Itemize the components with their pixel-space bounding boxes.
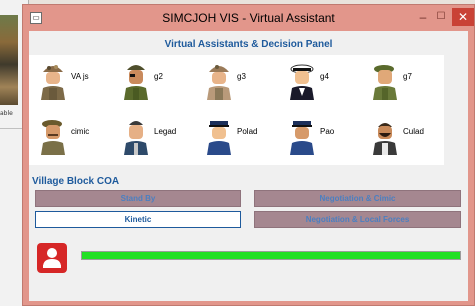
naval-officer-icon <box>290 64 314 100</box>
soldier-camo-cap-icon <box>41 65 65 100</box>
background-divider <box>0 128 24 129</box>
assistants-grid: VA js g2 g3 g4 g7 cimic Legad Polad Pao … <box>29 55 444 165</box>
negotiation-cimic-button[interactable]: Negotiation & Cimic <box>254 190 461 207</box>
window-title: SIMCJOH VIS - Virtual Assistant <box>162 11 335 25</box>
agent-name: g3 <box>237 72 246 81</box>
title-bar[interactable]: ▭ SIMCJOH VIS - Virtual Assistant – ☐ ✕ <box>23 5 474 31</box>
progress-fill <box>82 252 460 259</box>
virtual-assistant-window: ▭ SIMCJOH VIS - Virtual Assistant – ☐ ✕ … <box>22 4 475 306</box>
soldier-beret-icon <box>373 65 397 100</box>
agent-name: Legad <box>154 127 177 136</box>
agent-name: g4 <box>320 72 329 81</box>
agent-name: VA js <box>71 72 89 81</box>
agent-legad[interactable]: Legad <box>112 110 195 165</box>
police-officer-icon <box>290 121 314 155</box>
user-icon[interactable] <box>37 243 67 273</box>
agent-culad[interactable]: Culad <box>361 110 444 165</box>
civilian-beard-icon <box>373 123 397 155</box>
agent-name: Culad <box>403 127 424 136</box>
agent-g4[interactable]: g4 <box>278 55 361 110</box>
agent-g7[interactable]: g7 <box>361 55 444 110</box>
agent-g2[interactable]: g2 <box>112 55 195 110</box>
soldier-camo-cap-icon <box>207 65 231 100</box>
agent-cimic[interactable]: cimic <box>29 110 112 165</box>
stand-by-button[interactable]: Stand By <box>35 190 241 207</box>
coa-title: Village Block COA <box>32 176 120 187</box>
agent-name: cimic <box>71 127 90 136</box>
agent-name: g2 <box>154 72 163 81</box>
minimize-button[interactable]: – <box>416 8 430 26</box>
officer-uniform-icon <box>124 121 148 155</box>
agent-va-js[interactable]: VA js <box>29 55 112 110</box>
agent-name: Pao <box>320 127 335 136</box>
maximize-button[interactable]: ☐ <box>434 8 448 26</box>
panel-title: Virtual Assistants & Decision Panel <box>164 39 333 50</box>
background-thumbnail <box>0 15 18 105</box>
soldier-eyepatch-icon <box>124 65 148 100</box>
soldier-beret-icon <box>41 120 65 155</box>
progress-bar <box>81 251 461 260</box>
negotiation-local-forces-button[interactable]: Negotiation & Local Forces <box>254 211 461 228</box>
kinetic-button[interactable]: Kinetic <box>35 211 241 228</box>
police-officer-icon <box>207 121 231 155</box>
agent-g3[interactable]: g3 <box>195 55 278 110</box>
background-caption: able <box>0 110 13 117</box>
agent-pao[interactable]: Pao <box>278 110 361 165</box>
close-button[interactable]: ✕ <box>452 8 474 26</box>
client-area: Virtual Assistants & Decision Panel VA j… <box>29 31 468 301</box>
agent-polad[interactable]: Polad <box>195 110 278 165</box>
agent-name: Polad <box>237 127 258 136</box>
agent-name: g7 <box>403 72 412 81</box>
